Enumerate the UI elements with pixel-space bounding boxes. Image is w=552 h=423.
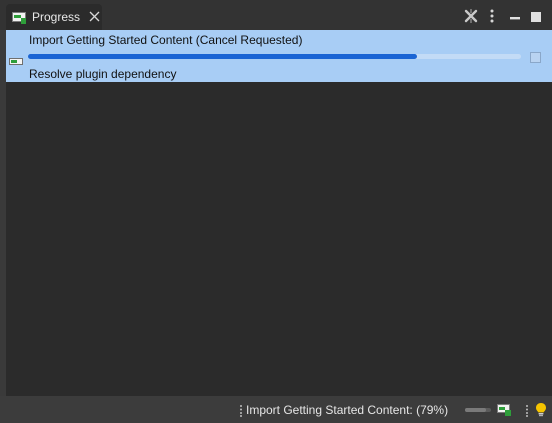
status-progress-bar	[465, 408, 491, 412]
tip-lightbulb-icon[interactable]	[535, 402, 547, 422]
status-bar: Import Getting Started Content: (79%)	[0, 396, 552, 423]
progress-window: Progress Import Getting Started Content …	[0, 0, 552, 423]
tab-label: Progress	[32, 10, 81, 24]
job-item[interactable]: Import Getting Started Content (Cancel R…	[6, 30, 552, 82]
job-progress-bar	[28, 54, 521, 59]
stop-icon[interactable]	[530, 52, 541, 63]
maximize-icon[interactable]	[531, 9, 541, 27]
close-icon[interactable]	[89, 10, 100, 25]
progress-view-icon[interactable]	[497, 403, 511, 421]
job-subtask: Resolve plugin dependency	[29, 67, 177, 81]
progress-list: Import Getting Started Content (Cancel R…	[6, 30, 552, 396]
minimize-icon[interactable]	[510, 10, 520, 28]
job-progress-fill	[28, 54, 418, 59]
view-menu-icon[interactable]	[489, 8, 495, 29]
status-job-text[interactable]: Import Getting Started Content: (79%)	[246, 403, 448, 417]
job-icon	[9, 52, 23, 65]
remove-all-finished-icon[interactable]	[463, 8, 479, 29]
job-title: Import Getting Started Content (Cancel R…	[29, 33, 303, 47]
status-grip-icon	[240, 404, 242, 417]
progress-view-icon	[12, 11, 26, 24]
tab-progress[interactable]: Progress	[6, 4, 102, 30]
view-tab-bar: Progress	[0, 0, 552, 30]
status-progress-fill	[465, 408, 486, 412]
status-grip-icon	[526, 404, 528, 417]
